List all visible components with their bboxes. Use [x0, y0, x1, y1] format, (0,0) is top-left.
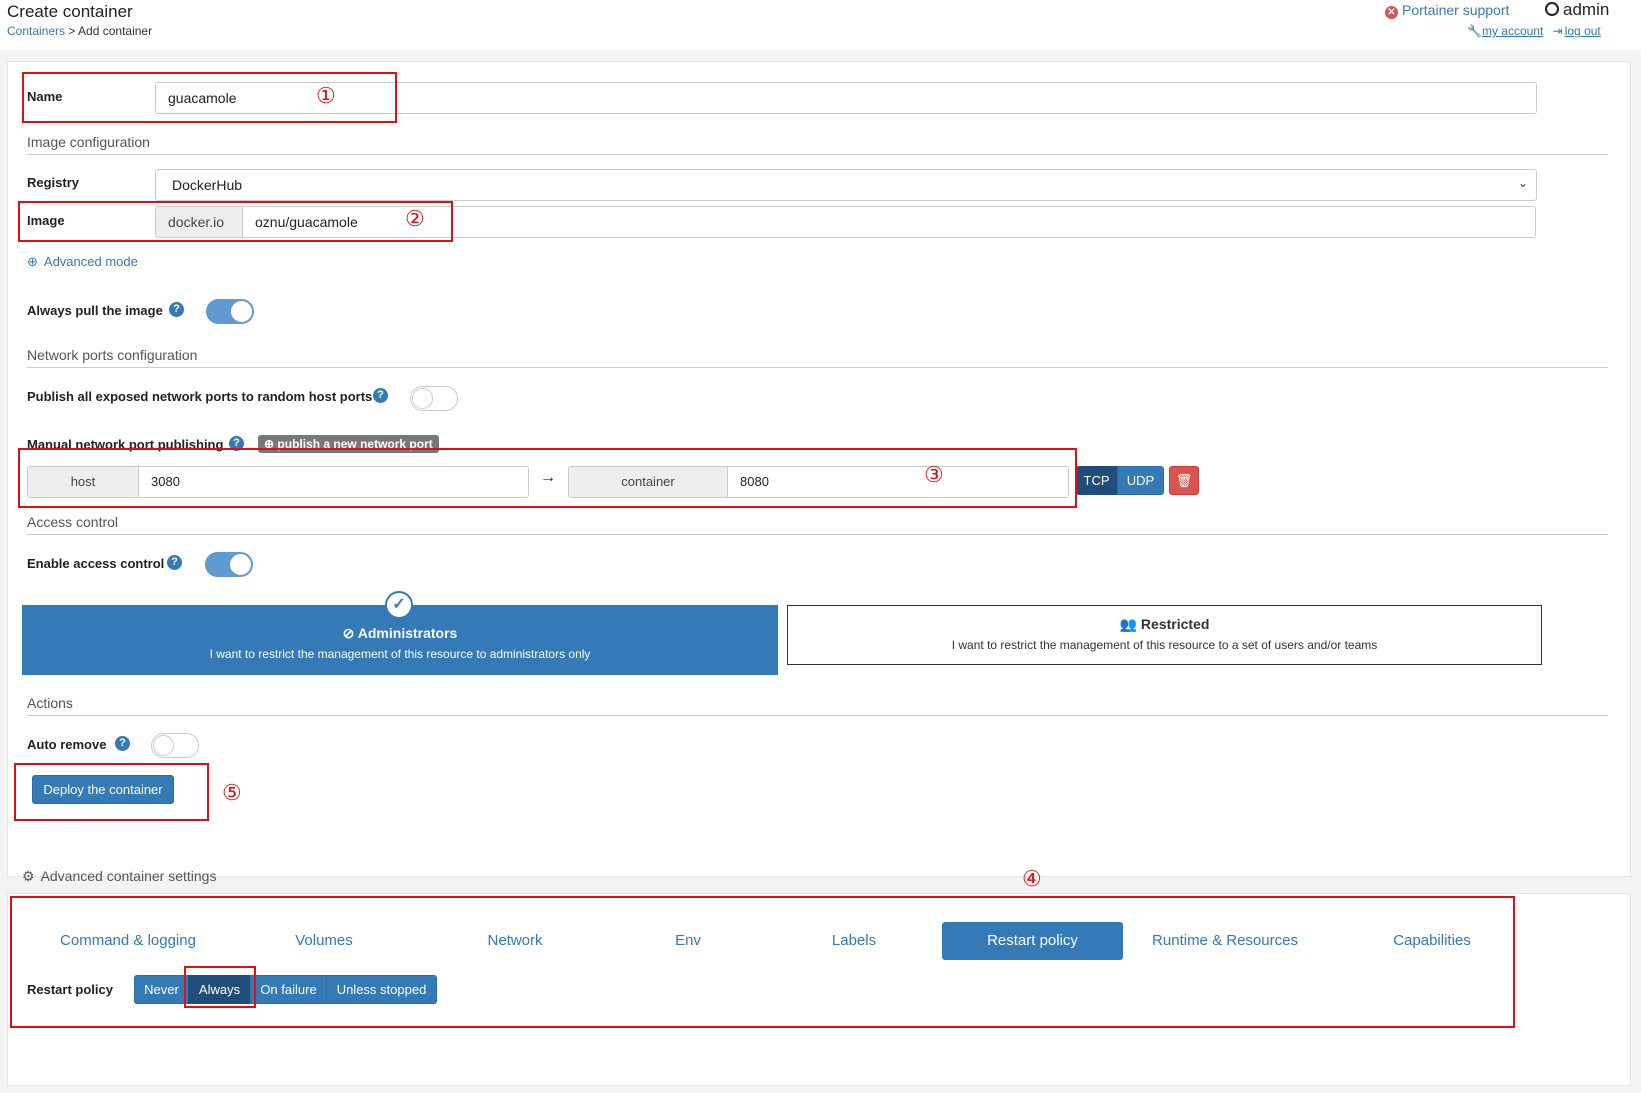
advanced-settings-title: Advanced container settings: [40, 868, 217, 884]
breadcrumb-current: Add container: [78, 24, 153, 38]
breadcrumb-separator: >: [65, 24, 79, 38]
always-pull-label: Always pull the image: [27, 303, 163, 318]
restricted-title: Restricted: [1140, 616, 1210, 632]
user-menu: admin: [1545, 0, 1609, 20]
annotation-number-4: ④: [1022, 866, 1042, 891]
help-icon: ?: [167, 555, 182, 570]
auto-remove-label: Auto remove: [27, 737, 107, 752]
logout-icon: ⇥: [1552, 24, 1563, 38]
page-header: Create container Containers > Add contai…: [0, 0, 1641, 50]
enable-access-toggle[interactable]: [205, 552, 253, 577]
user-icon: [1545, 2, 1559, 16]
globe-icon: ⊕: [27, 254, 38, 269]
page-title: Create container: [7, 2, 133, 21]
account-links: 🔧my account ⇥ log out: [1467, 24, 1601, 38]
access-control-title: Access control: [27, 514, 1608, 535]
eye-slash-icon: ⊘: [342, 625, 355, 641]
check-circle-icon: ✓: [385, 591, 413, 619]
support-label: Portainer support: [1402, 2, 1510, 18]
log-out-link[interactable]: log out: [1565, 24, 1601, 38]
breadcrumb: Containers > Add container: [7, 24, 152, 38]
annotation-number-3: ③: [924, 462, 944, 487]
annotation-box-4: [10, 896, 1515, 1028]
help-icon: ?: [115, 736, 130, 751]
tcp-button[interactable]: TCP: [1076, 466, 1117, 495]
registry-value: DockerHub: [172, 177, 243, 193]
advanced-mode-link[interactable]: ⊕ Advanced mode: [27, 254, 138, 270]
image-config-title: Image configuration: [27, 134, 1608, 155]
network-ports-title: Network ports configuration: [27, 347, 1608, 368]
advanced-mode-label: Advanced mode: [43, 254, 138, 269]
users-icon: 👥: [1119, 616, 1138, 632]
help-icon: ?: [373, 388, 388, 403]
restricted-option[interactable]: 👥 Restricted I want to restrict the mana…: [787, 605, 1542, 665]
administrators-title: Administrators: [357, 625, 458, 641]
gear-icon: ⚙: [22, 868, 35, 884]
enable-access-label: Enable access control: [27, 556, 165, 571]
actions-title: Actions: [27, 695, 1608, 716]
chevron-down-icon: ⌄: [1517, 176, 1528, 190]
annotation-box-5: [14, 763, 209, 821]
support-icon: ✕: [1385, 6, 1398, 19]
publish-all-toggle[interactable]: [410, 386, 458, 411]
registry-label: Registry: [27, 175, 80, 190]
always-pull-toggle[interactable]: [206, 299, 254, 324]
publish-all-label: Publish all exposed network ports to ran…: [27, 389, 373, 404]
registry-select[interactable]: DockerHub ⌄: [155, 169, 1537, 201]
user-name: admin: [1563, 0, 1610, 19]
help-icon: ?: [169, 302, 184, 317]
annotation-box-3: [18, 448, 1077, 508]
breadcrumb-containers-link[interactable]: Containers: [7, 24, 65, 38]
wrench-icon: 🔧: [1467, 24, 1482, 38]
trash-icon: 🗑: [1175, 473, 1193, 488]
advanced-settings-header: ⚙ Advanced container settings: [22, 868, 216, 885]
restricted-desc: I want to restrict the management of thi…: [951, 638, 1378, 652]
my-account-link[interactable]: my account: [1482, 24, 1543, 38]
annotation-box-1: [22, 72, 397, 123]
annotation-number-5: ⑤: [222, 780, 242, 805]
auto-remove-toggle[interactable]: [151, 733, 199, 758]
support-link[interactable]: ✕ Portainer support: [1385, 2, 1509, 19]
annotation-box-2: [18, 201, 453, 242]
udp-button[interactable]: UDP: [1117, 466, 1164, 495]
annotation-number-2: ②: [405, 206, 425, 231]
administrators-desc: I want to restrict the management of thi…: [209, 647, 591, 661]
annotation-number-1: ①: [316, 83, 336, 108]
remove-port-button[interactable]: 🗑: [1169, 466, 1199, 495]
